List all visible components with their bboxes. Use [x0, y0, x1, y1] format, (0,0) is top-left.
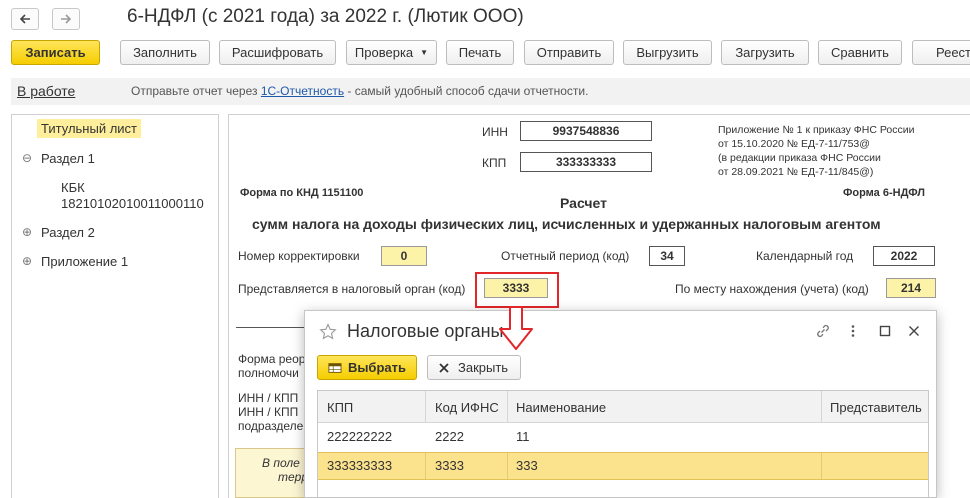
hint-prefix: Отправьте отчет через — [131, 84, 261, 98]
kpp-field[interactable]: 333333333 — [520, 152, 652, 172]
reorg-label-line-1: Форма реор — [238, 352, 306, 366]
dialog-title: Налоговые органы — [347, 321, 504, 341]
window-title: 6-НДФЛ (с 2021 года) за 2022 г. (Лютик О… — [127, 6, 524, 27]
column-separator — [821, 391, 822, 423]
export-button[interactable]: Выгрузить — [623, 40, 712, 65]
period-label: Отчетный период (код) — [501, 249, 630, 263]
row-separator — [507, 453, 508, 479]
location-label: По месту нахождения (учета) (код) — [675, 282, 869, 296]
star-icon[interactable] — [319, 323, 337, 341]
form-heading: Расчет — [560, 195, 607, 211]
tax-office-label: Представляется в налоговый орган (код) — [238, 282, 466, 296]
tree-item-section-2[interactable]: Раздел 2 — [41, 225, 95, 240]
order-note-line-4: от 28.09.2021 № ЕД-7-11/845@) — [718, 166, 874, 178]
cell-name: 333 — [516, 458, 538, 473]
select-button[interactable]: Выбрать — [317, 355, 417, 380]
close-button[interactable]: Закрыть — [427, 355, 521, 380]
correction-field[interactable]: 0 — [381, 246, 427, 266]
inn-kpp-label-line-2: ИНН / КПП — [238, 405, 299, 419]
inn-kpp-label-line-1: ИНН / КПП — [238, 391, 299, 405]
decode-button[interactable]: Расшифровать — [219, 40, 336, 65]
column-header-name[interactable]: Наименование — [516, 400, 606, 415]
tree-item-section-1[interactable]: Раздел 1 — [41, 151, 95, 166]
state-link[interactable]: В работе — [17, 83, 75, 99]
close-icon[interactable] — [908, 325, 920, 337]
cell-ifns-code: 3333 — [435, 458, 464, 473]
column-separator — [507, 391, 508, 423]
select-table-icon — [328, 362, 342, 373]
back-button[interactable] — [11, 8, 39, 30]
save-button[interactable]: Записать — [11, 40, 100, 65]
column-header-kpp[interactable]: КПП — [327, 400, 353, 415]
tree-item-title-page[interactable]: Титульный лист — [37, 119, 142, 138]
reporting-service-link[interactable]: 1С-Отчетность — [261, 84, 344, 98]
inn-kpp-label-line-3: подразделе — [238, 419, 304, 433]
compare-button[interactable]: Сравнить — [818, 40, 902, 65]
order-note-line-1: Приложение № 1 к приказу ФНС России — [718, 124, 915, 136]
link-icon[interactable] — [815, 323, 831, 339]
tax-offices-table: КПП Код ИФНС Наименование Представитель … — [317, 390, 929, 498]
column-header-representative[interactable]: Представитель — [830, 400, 922, 415]
kpp-label: КПП — [482, 156, 507, 170]
form-subheading: сумм налога на доходы физических лиц, ис… — [252, 216, 881, 232]
expand-icon[interactable]: ⊕ — [22, 254, 32, 268]
row-separator — [425, 453, 426, 479]
correction-label: Номер корректировки — [238, 249, 360, 263]
cell-ifns-code: 2222 — [435, 429, 464, 444]
check-button-label: Проверка — [354, 45, 414, 60]
send-button[interactable]: Отправить — [524, 40, 614, 65]
tax-offices-dialog: Налоговые органы Выбрать Закрыть КПП Код… — [304, 310, 937, 498]
registry-button[interactable]: Реест — [912, 40, 970, 65]
import-button[interactable]: Загрузить — [721, 40, 809, 65]
close-button-label: Закрыть — [458, 360, 509, 375]
info-note-line-1: В поле — [262, 456, 300, 470]
check-dropdown-button[interactable]: Проверка ▼ — [346, 40, 437, 65]
cell-kpp: 222222222 — [327, 429, 393, 444]
maximize-icon[interactable] — [879, 325, 891, 337]
tree-item-kbk-label[interactable]: КБК — [61, 180, 85, 195]
year-field[interactable]: 2022 — [873, 246, 935, 266]
arrow-right-icon — [61, 14, 72, 24]
arrow-down-icon — [499, 306, 533, 350]
order-note-line-2: от 15.10.2020 № ЕД-7-11/753@ — [718, 138, 870, 150]
year-label: Календарный год — [756, 249, 854, 263]
location-field[interactable]: 214 — [886, 278, 936, 298]
column-header-ifns-code[interactable]: Код ИФНС — [435, 400, 499, 415]
period-field[interactable]: 34 — [649, 246, 685, 266]
collapse-icon[interactable]: ⊖ — [22, 151, 32, 165]
tree-item-appendix-1[interactable]: Приложение 1 — [41, 254, 128, 269]
hint-suffix: - самый удобный способ сдачи отчетности. — [344, 84, 589, 98]
reporting-hint: Отправьте отчет через 1С-Отчетность - са… — [131, 84, 588, 98]
cell-kpp: 333333333 — [327, 458, 393, 473]
table-header: КПП Код ИФНС Наименование Представитель — [318, 391, 928, 423]
form-name: Форма 6-НДФЛ — [843, 187, 925, 199]
table-row[interactable]: 222222222 2222 11 — [318, 423, 928, 451]
chevron-down-icon: ▼ — [420, 48, 429, 57]
table-row-selected[interactable]: 333333333 3333 333 — [318, 452, 928, 480]
tree-item-kbk-value[interactable]: 18210102010011000110 — [61, 196, 204, 211]
fill-button[interactable]: Заполнить — [120, 40, 210, 65]
inn-label: ИНН — [482, 125, 508, 139]
divider-line — [236, 327, 306, 328]
forward-button[interactable] — [52, 8, 80, 30]
knd-code: Форма по КНД 1151100 — [240, 187, 364, 199]
more-vertical-icon[interactable] — [849, 323, 857, 339]
select-button-label: Выбрать — [347, 360, 406, 375]
close-x-icon — [439, 362, 449, 373]
row-separator — [821, 453, 822, 479]
order-note-line-3: (в редакции приказа ФНС России — [718, 152, 881, 164]
sections-tree — [11, 114, 219, 498]
tax-office-highlight — [475, 272, 559, 308]
expand-icon[interactable]: ⊕ — [22, 225, 32, 239]
reorg-label-line-2: полномочи — [238, 366, 299, 380]
arrow-left-icon — [19, 14, 30, 24]
cell-name: 11 — [516, 429, 530, 444]
inn-field[interactable]: 9937548836 — [520, 121, 652, 141]
print-button[interactable]: Печать — [446, 40, 514, 65]
column-separator — [425, 391, 426, 423]
